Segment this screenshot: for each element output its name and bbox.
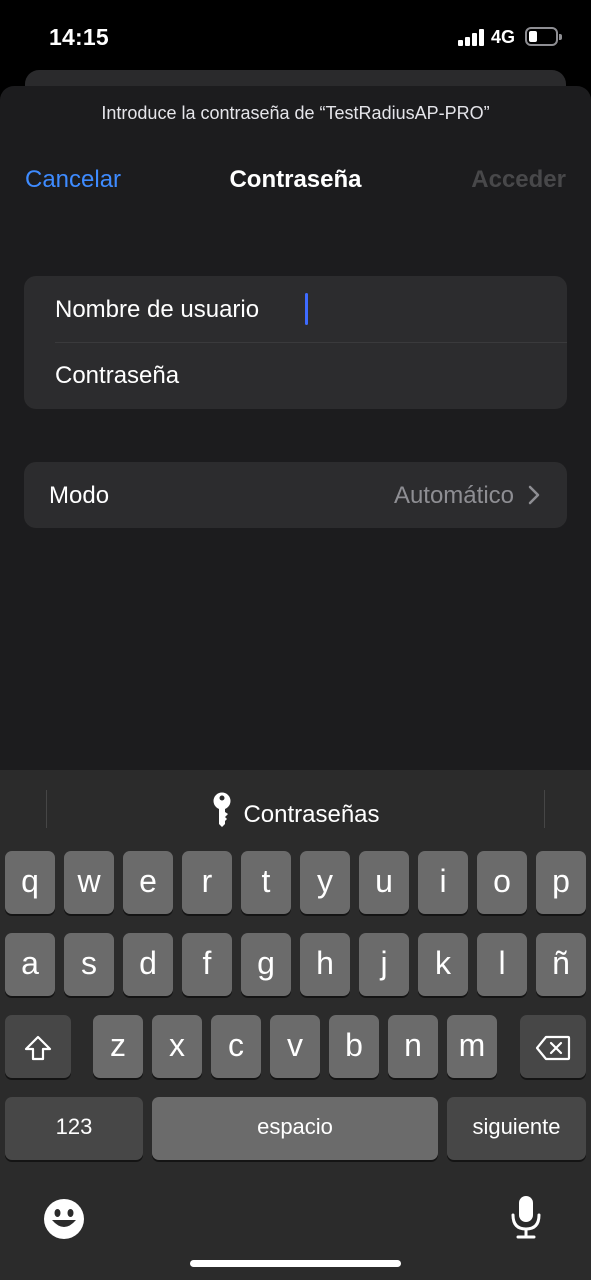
mode-label: Modo: [49, 482, 110, 509]
mode-value: Automático: [393, 482, 514, 509]
network-type: 4G: [491, 27, 516, 47]
shift-key[interactable]: [5, 1015, 71, 1078]
key-c[interactable]: c: [211, 1015, 261, 1078]
key-s[interactable]: s: [64, 933, 114, 996]
keyboard: Contraseñas q w e r t y u i o p a s d f …: [0, 770, 591, 1280]
key-r[interactable]: r: [182, 851, 232, 914]
status-bar: 14:15 4G: [0, 0, 591, 72]
key-b[interactable]: b: [329, 1015, 379, 1078]
password-row[interactable]: Contraseña: [24, 342, 567, 408]
chevron-right-icon: [528, 485, 540, 505]
key-v[interactable]: v: [270, 1015, 320, 1078]
key-m[interactable]: m: [447, 1015, 497, 1078]
username-input[interactable]: [305, 286, 545, 332]
key-z[interactable]: z: [93, 1015, 143, 1078]
key-i[interactable]: i: [418, 851, 468, 914]
key-j[interactable]: j: [359, 933, 409, 996]
key-o[interactable]: o: [477, 851, 527, 914]
credentials-group: Nombre de usuario Contraseña: [24, 276, 567, 409]
key-ene[interactable]: ñ: [536, 933, 586, 996]
key-e[interactable]: e: [123, 851, 173, 914]
key-w[interactable]: w: [64, 851, 114, 914]
sheet-prompt: Introduce la contraseña de “TestRadiusAP…: [101, 103, 490, 123]
mode-row[interactable]: Modo Automático: [24, 462, 567, 528]
key-f[interactable]: f: [182, 933, 232, 996]
key-g[interactable]: g: [241, 933, 291, 996]
join-button[interactable]: Acceder: [471, 166, 566, 194]
next-key[interactable]: siguiente: [447, 1097, 586, 1160]
key-d[interactable]: d: [123, 933, 173, 996]
numbers-key[interactable]: 123: [5, 1097, 143, 1160]
suggestion-bar: Contraseñas: [0, 770, 591, 848]
delete-key[interactable]: [520, 1015, 586, 1078]
emoji-icon[interactable]: [43, 1198, 85, 1240]
text-cursor: [305, 293, 308, 325]
space-key[interactable]: espacio: [152, 1097, 438, 1160]
key-q[interactable]: q: [5, 851, 55, 914]
signal-icon: [458, 28, 484, 46]
backspace-icon: [535, 1035, 571, 1060]
microphone-icon[interactable]: [510, 1194, 542, 1240]
key-t[interactable]: t: [241, 851, 291, 914]
username-label: Nombre de usuario: [55, 296, 260, 323]
key-n[interactable]: n: [388, 1015, 438, 1078]
key-u[interactable]: u: [359, 851, 409, 914]
status-time: 14:15: [49, 24, 109, 50]
shift-icon: [24, 1035, 52, 1060]
suggestion-label: Contraseñas: [243, 801, 380, 828]
key-y[interactable]: y: [300, 851, 350, 914]
key-a[interactable]: a: [5, 933, 55, 996]
key-k[interactable]: k: [418, 933, 468, 996]
username-row[interactable]: Nombre de usuario: [24, 276, 567, 342]
key-icon: [213, 792, 231, 827]
home-indicator[interactable]: [190, 1260, 401, 1267]
passwords-suggestion[interactable]: Contraseñas: [0, 792, 591, 829]
battery-icon: [525, 27, 562, 46]
password-label: Contraseña: [55, 362, 180, 389]
key-h[interactable]: h: [300, 933, 350, 996]
key-x[interactable]: x: [152, 1015, 202, 1078]
key-l[interactable]: l: [477, 933, 527, 996]
key-p[interactable]: p: [536, 851, 586, 914]
